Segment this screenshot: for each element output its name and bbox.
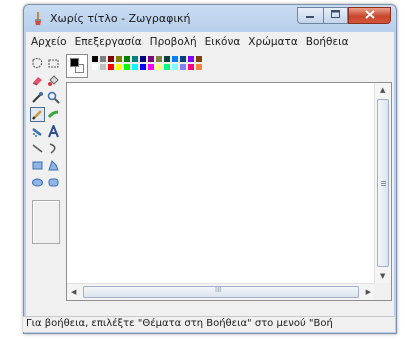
- scroll-up-icon[interactable]: ▲: [380, 87, 385, 94]
- palette-swatch[interactable]: [139, 55, 147, 63]
- palette-swatch[interactable]: [115, 63, 123, 71]
- eraser-icon: [32, 77, 42, 86]
- drawing-canvas[interactable]: [67, 83, 375, 284]
- tool-line[interactable]: [30, 141, 45, 156]
- palette-swatch[interactable]: [123, 55, 131, 63]
- scroll-down-icon[interactable]: ▼: [380, 273, 385, 280]
- palette-swatch[interactable]: [163, 55, 171, 63]
- polygon-icon: [48, 160, 59, 171]
- minimize-icon: [306, 10, 315, 21]
- palette-swatch[interactable]: [131, 63, 139, 71]
- scroll-right-icon[interactable]: ▶: [366, 289, 371, 296]
- palette-swatch[interactable]: [195, 55, 203, 63]
- tool-free-form-select[interactable]: [30, 56, 45, 71]
- tool-eraser[interactable]: [30, 73, 45, 88]
- palette-swatch[interactable]: [99, 63, 107, 71]
- airbrush-icon: [32, 128, 42, 137]
- palette-swatch[interactable]: [195, 63, 203, 71]
- status-bar: Για βοήθεια, επιλέξτε "Θέματα στη Βοήθει…: [23, 316, 395, 332]
- window-title: Χωρίς τίτλο - Ζωγραφική: [50, 12, 191, 25]
- tool-fill[interactable]: [46, 73, 61, 88]
- vertical-scrollbar[interactable]: ▲ ▼: [374, 83, 391, 284]
- tool-pencil[interactable]: [30, 107, 45, 122]
- menu-edit[interactable]: Επεξεργασία: [71, 36, 146, 48]
- tool-ellipse[interactable]: [30, 175, 45, 190]
- close-icon: [364, 9, 375, 22]
- palette-swatch[interactable]: [107, 55, 115, 63]
- palette-swatch[interactable]: [131, 55, 139, 63]
- tool-text[interactable]: [46, 124, 61, 139]
- palette-swatch[interactable]: [187, 63, 195, 71]
- palette-swatch[interactable]: [107, 63, 115, 71]
- caption-buttons: [297, 7, 391, 25]
- menu-bar: Αρχείο Επεξεργασία Προβολή Εικόνα Χρώματ…: [26, 32, 394, 51]
- palette-swatch[interactable]: [139, 63, 147, 71]
- toolbox: [28, 55, 64, 287]
- foreground-color[interactable]: [70, 58, 79, 67]
- tool-curve[interactable]: [46, 141, 61, 156]
- palette-swatch[interactable]: [163, 63, 171, 71]
- palette-swatch[interactable]: [123, 63, 131, 71]
- menu-colors[interactable]: Χρώματα: [244, 36, 302, 48]
- palette-swatch[interactable]: [171, 63, 179, 71]
- maximize-button[interactable]: [323, 7, 348, 24]
- free-form-select-icon: [32, 58, 43, 69]
- palette-swatch[interactable]: [115, 55, 123, 63]
- canvas-area: ▲ ▼ ◀ III ▶: [66, 82, 392, 301]
- menu-file[interactable]: Αρχείο: [27, 36, 71, 48]
- menu-help[interactable]: Βοήθεια: [302, 36, 353, 48]
- brush-icon: [47, 110, 59, 118]
- ellipse-icon: [32, 178, 43, 187]
- tool-options-box[interactable]: [32, 200, 60, 244]
- tool-magnifier[interactable]: [46, 90, 61, 105]
- scrollbar-corner: [374, 283, 391, 300]
- scroll-left-icon[interactable]: ◀: [71, 289, 76, 296]
- current-colors[interactable]: [66, 54, 88, 78]
- fill-bucket-icon: [48, 75, 59, 86]
- menu-view[interactable]: Προβολή: [146, 36, 201, 48]
- status-text: Για βοήθεια, επιλέξτε "Θέματα στη Βοήθει…: [26, 318, 332, 329]
- menu-image[interactable]: Εικόνα: [201, 36, 245, 48]
- palette-swatch[interactable]: [147, 63, 155, 71]
- close-button[interactable]: [348, 7, 391, 24]
- tool-brush[interactable]: [46, 107, 61, 122]
- palette-swatch[interactable]: [155, 55, 163, 63]
- palette-swatch[interactable]: [91, 63, 99, 71]
- horizontal-scrollbar[interactable]: ◀ III ▶: [67, 283, 375, 300]
- paint-brush-icon: [32, 12, 44, 26]
- palette-swatch[interactable]: [187, 55, 195, 63]
- palette-swatch[interactable]: [179, 55, 187, 63]
- color-picker-icon: [32, 92, 43, 103]
- palette-swatch[interactable]: [155, 63, 163, 71]
- pencil-icon: [32, 110, 42, 120]
- rectangle-icon: [32, 161, 43, 170]
- line-icon: [32, 144, 43, 153]
- palette-swatch[interactable]: [179, 63, 187, 71]
- maximize-icon: [331, 10, 340, 21]
- palette-swatch[interactable]: [99, 55, 107, 63]
- curve-icon: [49, 143, 56, 154]
- magnifier-icon: [47, 91, 60, 104]
- text-tool-icon: [48, 125, 59, 138]
- palette-swatch[interactable]: [147, 55, 155, 63]
- tool-airbrush[interactable]: [30, 124, 45, 139]
- color-box: [66, 54, 256, 80]
- tool-rectangle-select[interactable]: [46, 56, 61, 71]
- paint-window: Χωρίς τίτλο - Ζωγραφική Αρχείο Επεξεργασ…: [23, 4, 397, 334]
- tool-color-picker[interactable]: [30, 90, 45, 105]
- tool-rectangle[interactable]: [30, 158, 45, 173]
- title-bar[interactable]: Χωρίς τίτλο - Ζωγραφική: [24, 5, 396, 32]
- palette-swatch[interactable]: [171, 55, 179, 63]
- horizontal-scroll-thumb[interactable]: III: [83, 286, 359, 298]
- client-area: ▲ ▼ ◀ III ▶: [26, 51, 394, 319]
- scroll-thumb-grip: III: [215, 286, 222, 294]
- tool-rounded-rectangle[interactable]: [46, 175, 61, 190]
- rounded-rectangle-icon: [48, 178, 59, 187]
- vertical-scroll-thumb[interactable]: [377, 99, 389, 267]
- color-palette: [91, 55, 203, 71]
- tool-polygon[interactable]: [46, 158, 61, 173]
- rectangle-select-icon: [48, 59, 59, 68]
- palette-swatch[interactable]: [91, 55, 99, 63]
- minimize-button[interactable]: [297, 7, 323, 24]
